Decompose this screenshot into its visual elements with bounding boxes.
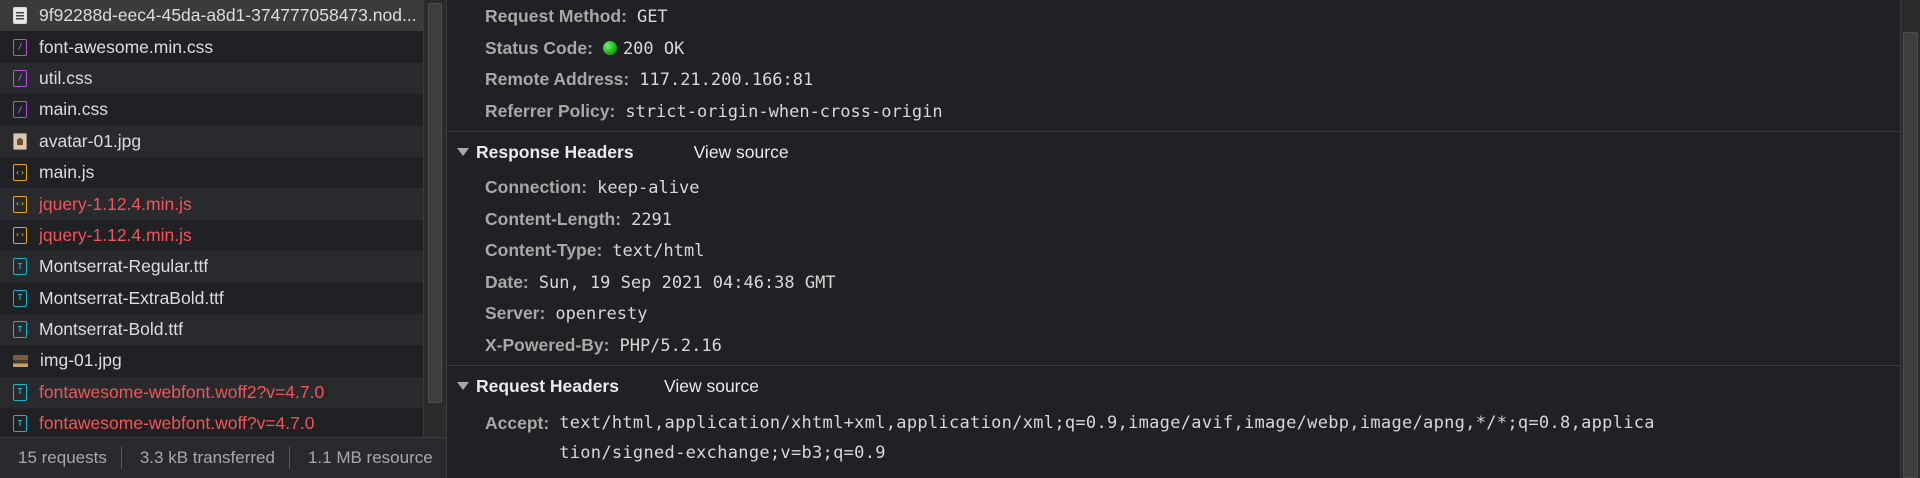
header-name: Date: — [485, 271, 529, 292]
request-row[interactable]: ∕ font-awesome.min.css — [0, 31, 423, 63]
request-row[interactable]: T Montserrat-ExtraBold.ttf — [0, 282, 423, 314]
header-row: Accept: text/html,application/xhtml+xml,a… — [447, 406, 1900, 468]
header-name: Referrer Policy: — [485, 100, 616, 121]
header-row: X-Powered-By: PHP/5.2.16 — [447, 330, 1900, 362]
image-icon — [13, 132, 27, 150]
request-name[interactable]: font-awesome.min.css — [39, 37, 213, 58]
headers-pane: Request Method: GET Status Code: 200 OK Remo… — [447, 0, 1900, 478]
request-name[interactable]: Montserrat-ExtraBold.ttf — [39, 288, 224, 309]
request-row[interactable]: ‹› main.js — [0, 156, 423, 189]
request-name[interactable]: fontawesome-webfont.woff?v=4.7.0 — [39, 413, 314, 434]
request-row[interactable]: T Montserrat-Regular.ttf — [0, 251, 423, 283]
headers-scroll-thumb[interactable] — [1903, 32, 1918, 478]
request-row[interactable]: T Montserrat-Bold.ttf — [0, 313, 423, 346]
script-icon: ‹› — [13, 195, 27, 213]
response-view-source-link[interactable]: View source — [694, 142, 789, 163]
header-value: 117.21.200.166:81 — [639, 70, 814, 90]
header-name: X-Powered-By: — [485, 334, 610, 355]
header-value: strict-origin-when-cross-origin — [625, 101, 943, 122]
request-name[interactable]: util.css — [39, 68, 92, 89]
request-name[interactable]: main.css — [39, 99, 108, 120]
header-row: Remote Address: 117.21.200.166:81 — [447, 64, 1900, 96]
header-value: GET — [636, 7, 668, 27]
request-count: 15 requests — [18, 448, 107, 467]
header-name: Status Code: — [485, 37, 593, 58]
header-row: Request Method: GET — [447, 1, 1900, 33]
script-icon: ‹› — [13, 226, 27, 244]
header-name: Server: — [485, 303, 546, 323]
font-icon: T — [13, 321, 27, 339]
header-row: Connection: keep-alive — [447, 172, 1900, 204]
request-list: 9f92288d-eec4-45da-a8d1-374777058473.nod… — [0, 0, 423, 437]
font-icon: T — [13, 415, 27, 433]
request-list-panel: 9f92288d-eec4-45da-a8d1-374777058473.nod… — [0, 0, 447, 478]
document-icon — [13, 7, 27, 25]
request-row[interactable]: ‹› jquery-1.12.4.min.js — [0, 219, 423, 252]
request-row[interactable]: ∕ main.css — [0, 94, 423, 126]
header-row: Content-Length: 2291 — [447, 204, 1900, 236]
header-name: Remote Address: — [485, 69, 630, 89]
collapse-triangle-icon[interactable] — [457, 148, 469, 156]
script-icon: ‹› — [13, 164, 27, 182]
header-value: 200 OK — [622, 38, 685, 59]
header-value: text/html — [612, 241, 705, 261]
stylesheet-icon: ∕ — [13, 69, 27, 87]
header-row: Referrer Policy: strict-origin-when-cross… — [447, 96, 1900, 128]
request-name[interactable]: Montserrat-Regular.ttf — [39, 256, 208, 277]
header-row: Server: openresty — [447, 298, 1900, 330]
header-name: Content-Length: — [485, 208, 622, 229]
request-row[interactable]: 9f92288d-eec4-45da-a8d1-374777058473.nod… — [0, 0, 423, 32]
transferred-size: 3.3 kB transferred — [139, 448, 275, 467]
font-icon: T — [13, 289, 27, 307]
header-value: Sun, 19 Sep 2021 04:46:38 GMT — [538, 272, 836, 293]
request-name[interactable]: fontawesome-webfont.woff2?v=4.7.0 — [39, 382, 324, 403]
header-row: Status Code: 200 OK — [447, 33, 1900, 65]
stylesheet-icon: ∕ — [13, 101, 27, 119]
header-value: keep-alive — [597, 178, 700, 198]
request-list-scrollbar[interactable] — [423, 0, 446, 437]
response-headers-list: Connection: keep-alive Content-Length: 2291… — [447, 172, 1900, 361]
request-name[interactable]: jquery-1.12.4.min.js — [39, 225, 192, 246]
request-list-scroll-thumb[interactable] — [428, 3, 442, 403]
header-value: PHP/5.2.16 — [619, 335, 722, 356]
request-row[interactable]: avatar-01.jpg — [0, 125, 423, 157]
header-value: openresty — [555, 304, 648, 324]
request-row[interactable]: ∕ util.css — [0, 62, 423, 95]
request-name[interactable]: main.js — [39, 162, 94, 183]
collapse-triangle-icon[interactable] — [457, 382, 469, 390]
response-headers-header[interactable]: Response Headers View source — [447, 132, 1900, 172]
request-headers-header[interactable]: Request Headers View source — [447, 366, 1900, 406]
request-row[interactable]: ‹› jquery-1.12.4.min.js — [0, 188, 423, 220]
stylesheet-icon: ∕ — [13, 38, 27, 56]
request-name[interactable]: img-01.jpg — [40, 350, 122, 371]
request-name[interactable]: avatar-01.jpg — [39, 131, 141, 152]
image-icon — [13, 354, 28, 367]
request-row[interactable]: img-01.jpg — [0, 345, 423, 377]
response-headers-title[interactable]: Response Headers — [476, 142, 634, 163]
header-name: Request Method: — [485, 6, 627, 26]
request-name[interactable]: Montserrat-Bold.ttf — [39, 319, 183, 340]
header-value: 2291 — [631, 209, 673, 230]
header-value: text/html,application/xhtml+xml,applicat… — [559, 413, 1655, 463]
header-name: Accept: — [485, 413, 550, 433]
request-headers-title[interactable]: Request Headers — [476, 376, 619, 397]
font-icon: T — [13, 383, 27, 401]
request-row[interactable]: Tfontawesome-webfont.woff2?v=4.7.0 — [0, 376, 423, 409]
general-section: Request Method: GET Status Code: 200 OK Remo… — [447, 1, 1900, 127]
request-view-source-link[interactable]: View source — [664, 376, 759, 397]
network-summary-bar: 15 requests 3.3 kB transferred 1.1 MB re… — [0, 437, 446, 478]
headers-scrollbar[interactable] — [1900, 0, 1920, 478]
status-ok-icon — [602, 40, 617, 55]
request-name[interactable]: 9f92288d-eec4-45da-a8d1-374777058473.nod… — [39, 5, 417, 26]
header-name: Content-Type: — [485, 240, 603, 260]
request-headers-list: Accept: text/html,application/xhtml+xml,a… — [447, 406, 1900, 468]
header-row: Content-Type: text/html — [447, 235, 1900, 267]
resource-size: 1.1 MB resource — [307, 448, 433, 467]
header-name: Connection: — [485, 177, 588, 197]
request-name[interactable]: jquery-1.12.4.min.js — [39, 194, 192, 215]
request-row[interactable]: Tfontawesome-webfont.woff?v=4.7.0 — [0, 408, 423, 437]
header-row: Date: Sun, 19 Sep 2021 04:46:38 GMT — [447, 267, 1900, 299]
font-icon: T — [13, 258, 27, 276]
